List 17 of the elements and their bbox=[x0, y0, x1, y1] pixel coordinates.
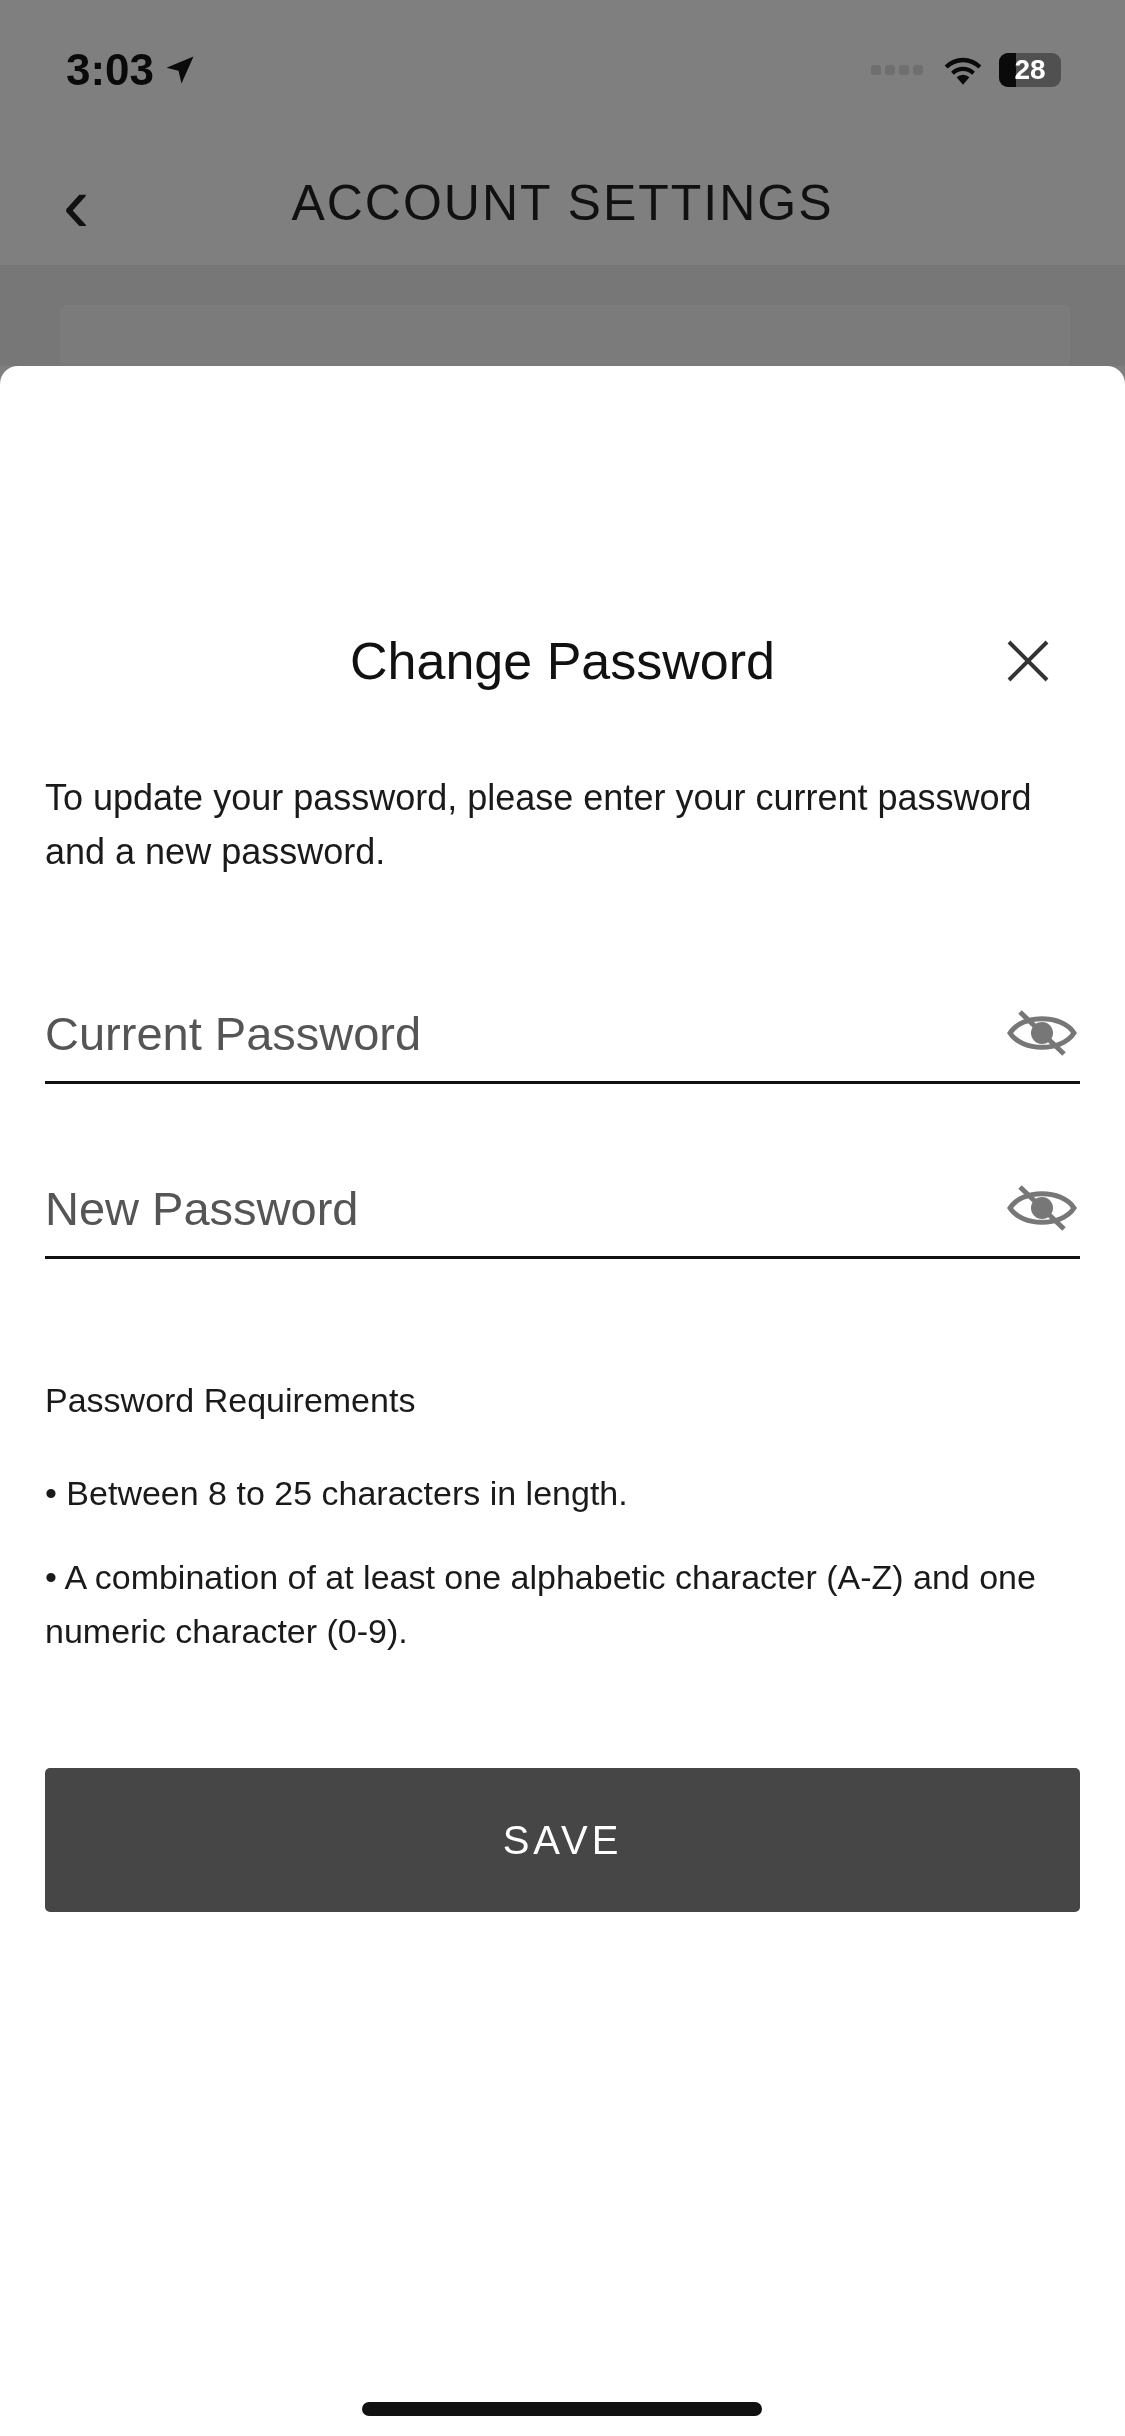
description-text: To update your password, please enter your current password and a new password. bbox=[45, 776, 1033, 874]
requirements-title: Password Requirements bbox=[45, 1381, 417, 1420]
page-title: ACCOUNT SETTINGS bbox=[291, 173, 834, 232]
back-button[interactable]: ‹ bbox=[56, 170, 96, 240]
battery-icon: 28 bbox=[999, 53, 1061, 87]
close-button[interactable] bbox=[1006, 639, 1050, 683]
visibility-toggle[interactable] bbox=[1006, 1183, 1078, 1233]
save-button[interactable]: SAVE bbox=[45, 1768, 1080, 1912]
password-field[interactable]: Current Password bbox=[45, 1005, 1006, 1061]
requirement-text: • Between 8 to 25 characters in length. bbox=[45, 1473, 629, 1514]
visibility-toggle[interactable] bbox=[1006, 1008, 1078, 1058]
requirement-text: • A combination of at least one alphabetic character (A-Z) and one numeric character (0-9). bbox=[45, 1557, 1037, 1652]
password-field[interactable]: New Password bbox=[45, 1180, 1006, 1236]
status-time: 3:03 bbox=[66, 45, 199, 95]
eye-slash-icon bbox=[1006, 1008, 1078, 1058]
sheet-title: Change Password bbox=[350, 631, 775, 691]
eye-slash-icon bbox=[1006, 1183, 1078, 1233]
